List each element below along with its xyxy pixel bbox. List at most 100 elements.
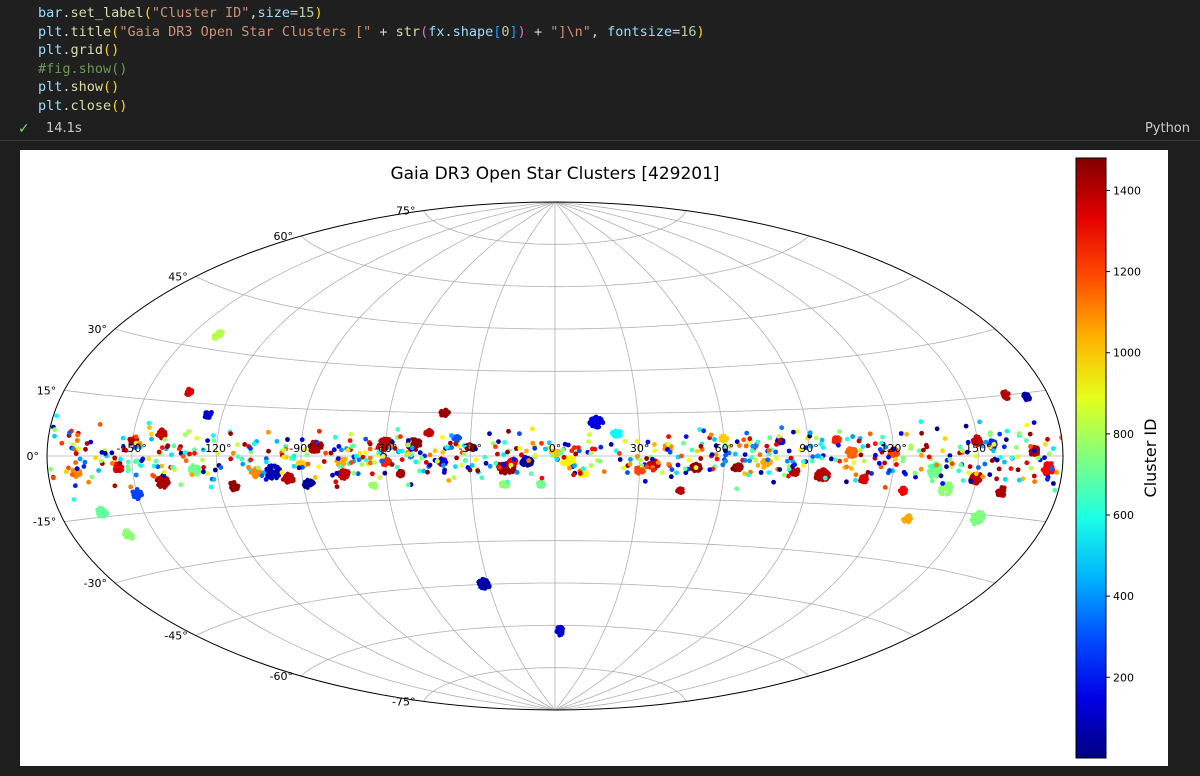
- cluster-point: [639, 463, 645, 468]
- cluster-point: [940, 448, 945, 454]
- cluster-point: [1024, 460, 1030, 466]
- cluster-point: [149, 436, 154, 442]
- cluster-point: [93, 455, 98, 461]
- cluster-point: [363, 457, 369, 463]
- cluster-point: [180, 454, 186, 459]
- cluster-point: [76, 446, 81, 452]
- cluster-point: [1027, 431, 1033, 437]
- colorbar-tick-label: 800: [1113, 428, 1134, 441]
- cluster-point: [792, 462, 797, 468]
- cluster-point: [1002, 391, 1007, 396]
- cluster-point: [405, 442, 411, 448]
- cluster-point: [628, 457, 633, 462]
- cluster-point: [248, 457, 254, 463]
- cluster-point: [668, 474, 674, 480]
- cluster-group: [301, 477, 316, 490]
- lon-tick-label: 0°: [549, 442, 562, 455]
- cluster-point: [1050, 446, 1056, 451]
- cluster-point: [134, 495, 139, 500]
- cluster-point: [1006, 391, 1011, 397]
- checkmark-icon: ✓: [18, 121, 30, 137]
- cluster-point: [417, 450, 423, 456]
- lat-tick-label: -15°: [33, 516, 56, 529]
- cluster-point: [496, 439, 501, 444]
- cluster-point: [697, 427, 702, 432]
- cluster-point: [52, 427, 57, 433]
- colorbar-tick-label: 600: [1113, 509, 1134, 522]
- cluster-point: [368, 460, 373, 466]
- cluster-point: [887, 468, 892, 473]
- cluster-point: [1008, 466, 1014, 471]
- cluster-point: [1052, 487, 1058, 493]
- cluster-point: [146, 420, 152, 426]
- lon-tick-label: -30°: [459, 442, 482, 455]
- cluster-point: [138, 490, 143, 495]
- cluster-point: [183, 458, 189, 464]
- cluster-point: [742, 471, 748, 476]
- cluster-point: [743, 443, 749, 449]
- cluster-point: [347, 438, 353, 443]
- cluster-point: [453, 441, 459, 447]
- cluster-point: [281, 448, 287, 453]
- cluster-point: [59, 440, 65, 446]
- cluster-point: [133, 434, 139, 440]
- cluster-point: [947, 482, 952, 487]
- cluster-point: [587, 432, 592, 437]
- cluster-point: [171, 443, 177, 449]
- cluster-point: [502, 440, 507, 445]
- cluster-point: [813, 435, 819, 441]
- code-token: .: [62, 98, 71, 114]
- cluster-point: [818, 441, 824, 447]
- cluster-point: [405, 482, 411, 488]
- cluster-point: [501, 468, 506, 473]
- cluster-point: [1032, 448, 1037, 454]
- plane-points: [48, 413, 1063, 502]
- cluster-point: [499, 483, 504, 488]
- cluster-point: [218, 465, 224, 470]
- cluster-point: [1002, 459, 1007, 465]
- cluster-point: [355, 471, 361, 477]
- cluster-point: [74, 438, 80, 443]
- cluster-point: [835, 435, 841, 440]
- cell-language-label[interactable]: Python: [1145, 120, 1190, 138]
- cluster-point: [873, 452, 878, 458]
- cluster-point: [316, 428, 322, 434]
- cluster-point: [109, 461, 115, 466]
- cluster-point: [134, 458, 140, 464]
- cluster-point: [400, 470, 406, 476]
- cluster-point: [517, 431, 522, 437]
- cluster-point: [75, 432, 80, 438]
- cluster-point: [385, 436, 390, 442]
- cluster-point: [77, 456, 83, 462]
- cluster-point: [683, 434, 689, 439]
- cluster-point: [269, 463, 274, 468]
- cluster-point: [625, 470, 630, 475]
- cluster-point: [640, 469, 645, 474]
- cluster-point: [589, 446, 595, 452]
- cluster-point: [210, 433, 216, 438]
- cluster-point: [255, 465, 261, 470]
- cluster-point: [679, 453, 684, 459]
- cluster-point: [493, 460, 499, 466]
- lon-tick-label: -120°: [201, 442, 231, 455]
- cluster-point: [898, 431, 904, 436]
- code-token: title: [70, 23, 112, 40]
- cluster-point: [235, 442, 240, 447]
- cluster-point: [109, 450, 115, 456]
- cluster-point: [195, 472, 200, 477]
- cluster-point: [904, 431, 909, 437]
- cluster-point: [1031, 473, 1037, 479]
- cluster-point: [487, 463, 493, 469]
- cluster-point: [908, 443, 914, 449]
- cluster-point: [345, 447, 351, 453]
- cluster-point: [1001, 444, 1007, 450]
- cluster-point: [572, 445, 577, 450]
- cluster-point: [730, 466, 736, 472]
- cluster-point: [501, 462, 506, 467]
- cluster-point: [627, 461, 633, 467]
- cluster-point: [1045, 436, 1050, 442]
- cluster-point: [912, 470, 918, 476]
- cluster-point: [833, 457, 839, 463]
- cluster-group: [438, 407, 451, 418]
- code-cell[interactable]: bar.set_label("Cluster ID",size=15) plt.t…: [0, 0, 1200, 118]
